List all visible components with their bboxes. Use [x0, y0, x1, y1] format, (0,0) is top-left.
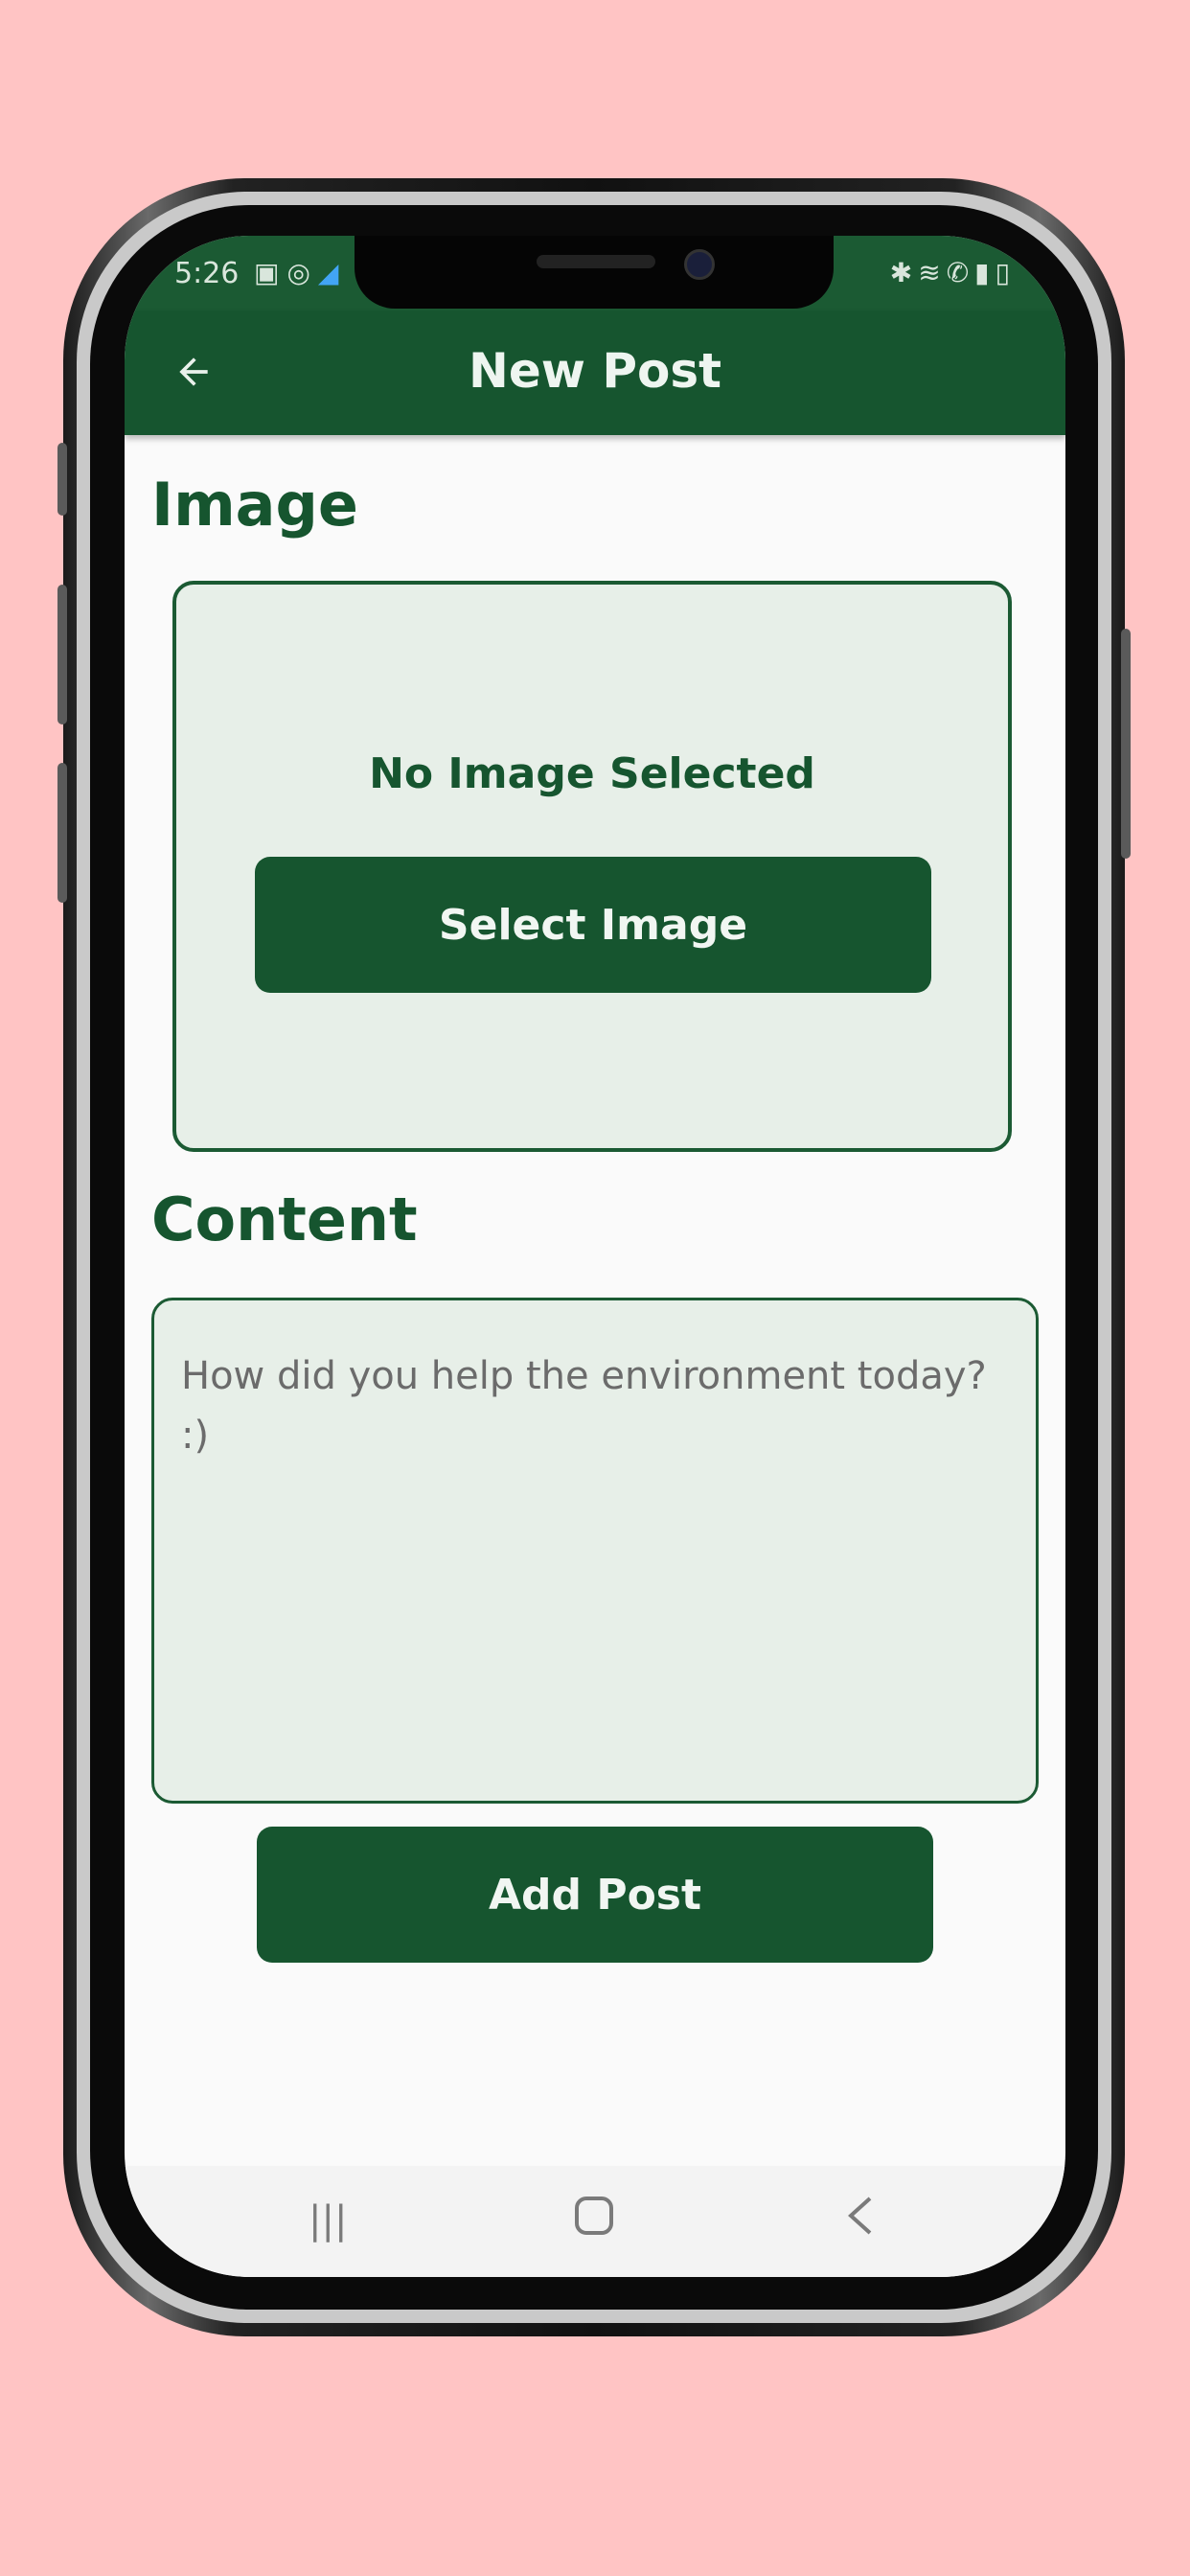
image-icon: ▣	[254, 257, 287, 288]
status-right-icons: ✱≋✆▮▯	[890, 257, 1016, 288]
select-image-button[interactable]: Select Image	[255, 857, 931, 993]
status-left-icons: ▣◎◢	[254, 257, 346, 288]
volume-button	[57, 443, 67, 516]
add-post-label: Add Post	[488, 1870, 702, 1920]
phone-screen: 5:26 ▣◎◢ ✱≋✆▮▯ New Post Image No Image S…	[125, 236, 1065, 2277]
earpiece	[537, 255, 655, 268]
app-bar: New Post	[125, 310, 1065, 435]
circle-icon: ◎	[286, 257, 318, 288]
add-post-button[interactable]: Add Post	[257, 1827, 933, 1963]
bluetooth-icon: ✱	[889, 257, 919, 288]
recent-apps-icon[interactable]: |||	[309, 2198, 347, 2242]
select-image-label: Select Image	[438, 900, 748, 950]
volume-down-button	[57, 763, 67, 903]
content-section-label: Content	[151, 1184, 418, 1254]
volume-up-button	[57, 585, 67, 724]
image-picker-box: No Image Selected Select Image	[172, 581, 1012, 1152]
flutter-icon: ◢	[317, 257, 347, 288]
signal-icon: ▮	[974, 257, 995, 288]
no-image-text: No Image Selected	[369, 749, 815, 798]
front-camera	[684, 249, 715, 280]
camera-notch	[355, 236, 834, 309]
page-title: New Post	[468, 343, 721, 399]
content-field-container	[151, 1298, 1039, 1804]
power-button	[1121, 629, 1131, 859]
system-nav-bar: |||	[125, 2166, 1065, 2277]
image-section-label: Image	[151, 470, 358, 540]
status-time: 5:26	[174, 257, 240, 290]
content-input[interactable]	[179, 1345, 1015, 1760]
back-icon[interactable]	[841, 2193, 880, 2248]
call-icon: ✆	[946, 257, 975, 288]
battery-icon: ▯	[995, 257, 1016, 288]
home-icon[interactable]	[573, 2195, 615, 2246]
wifi-icon: ≋	[918, 257, 947, 288]
